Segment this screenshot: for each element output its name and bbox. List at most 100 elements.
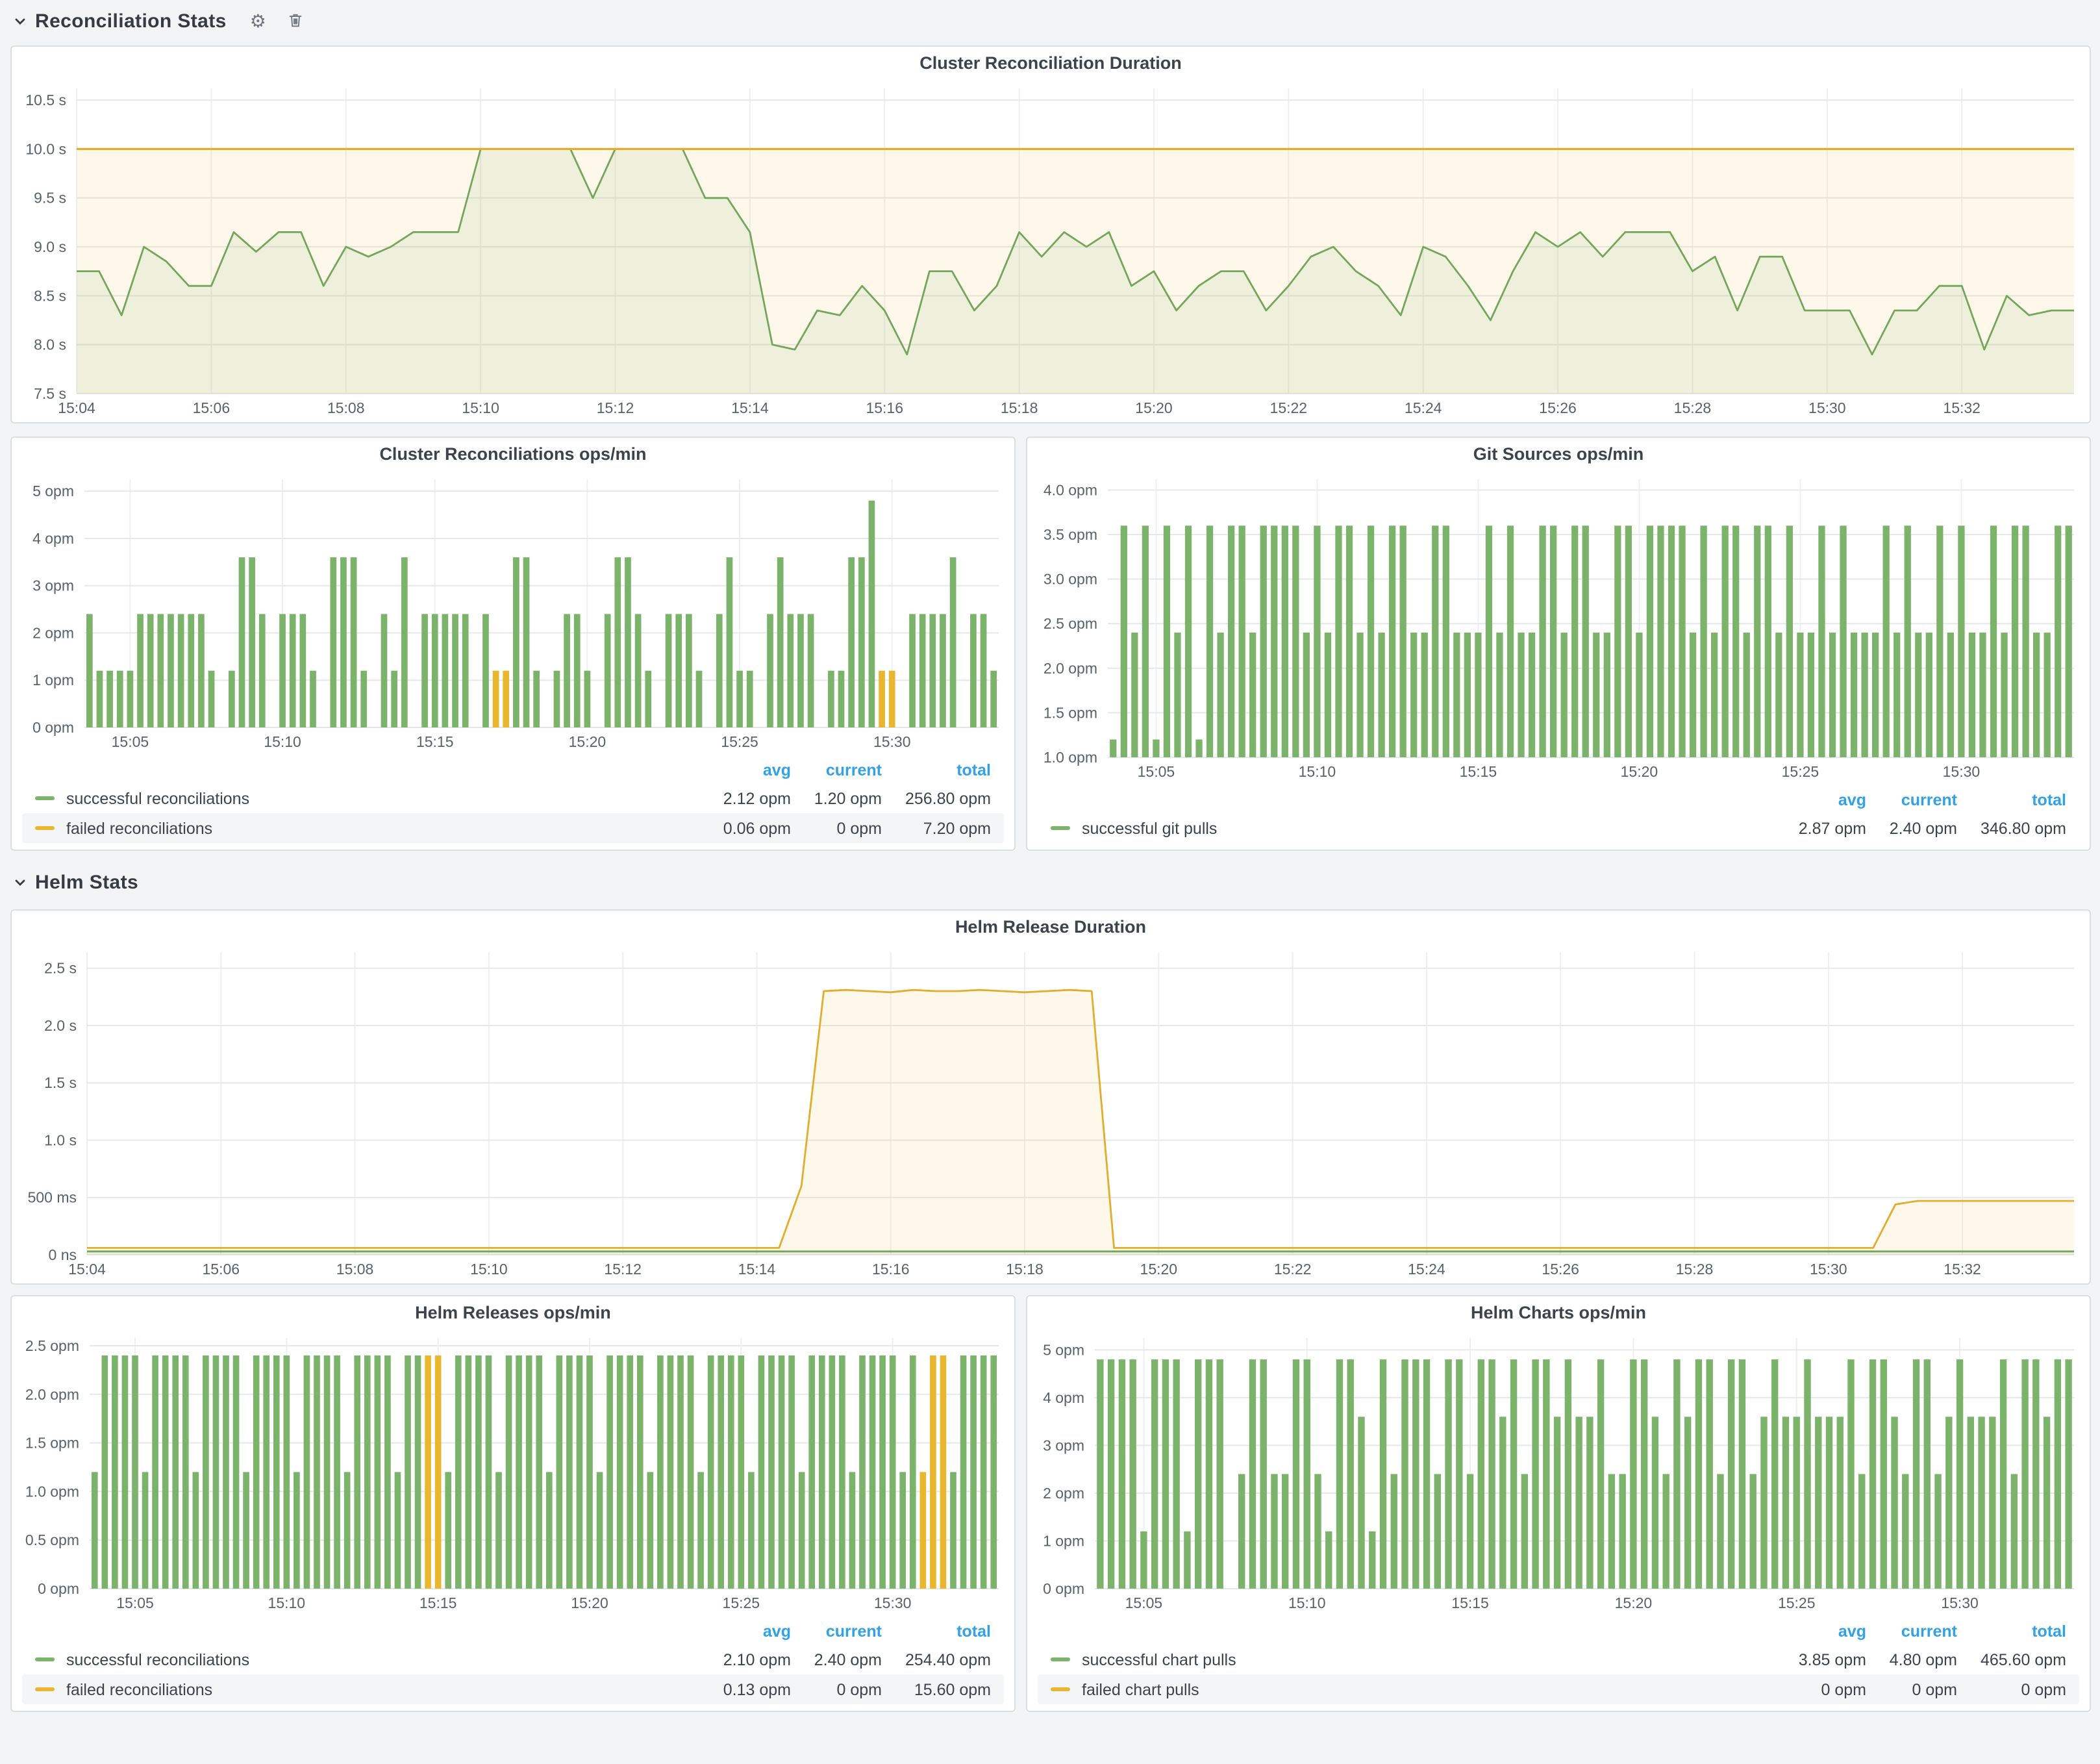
panel-title[interactable]: Cluster Reconciliation Duration [12, 47, 2090, 79]
svg-text:10.0 s: 10.0 s [25, 140, 66, 157]
svg-text:15:22: 15:22 [1270, 399, 1308, 416]
svg-text:1.5 opm: 1.5 opm [1044, 704, 1097, 721]
svg-text:15:30: 15:30 [1941, 1594, 1979, 1611]
panel-title[interactable]: Helm Charts ops/min [1027, 1296, 2090, 1329]
legend-row: successful reconciliations2.10 opm2.40 o… [22, 1644, 1004, 1674]
svg-text:3.5 opm: 3.5 opm [1044, 526, 1097, 543]
section-title[interactable]: Helm Stats [35, 871, 138, 893]
legend-stat-total: 0 opm [1957, 1680, 2066, 1698]
legend-stat-current: 0 opm [791, 819, 882, 837]
legend-row: failed reconciliations0.13 opm0 opm15.60… [22, 1674, 1004, 1704]
svg-text:15:20: 15:20 [1621, 763, 1658, 780]
svg-text:15:24: 15:24 [1405, 399, 1442, 416]
svg-text:15:28: 15:28 [1676, 1261, 1714, 1278]
svg-text:15:10: 15:10 [268, 1594, 306, 1611]
svg-text:1 opm: 1 opm [1043, 1532, 1084, 1549]
legend-col-current[interactable]: current [791, 1622, 882, 1641]
section-title[interactable]: Reconciliation Stats [35, 10, 227, 32]
legend-col-avg[interactable]: avg [1749, 1622, 1866, 1641]
legend-col-total[interactable]: total [1957, 791, 2066, 809]
series-dash-icon [35, 796, 55, 800]
svg-text:15:30: 15:30 [1808, 399, 1846, 416]
legend-series-label[interactable]: failed reconciliations [66, 819, 212, 837]
legend-series-label[interactable]: successful chart pulls [1082, 1650, 1236, 1669]
legend-stat-avg: 0 opm [1749, 1680, 1866, 1698]
svg-text:0 ns: 0 ns [49, 1246, 77, 1263]
panel-git-sources-opm: Git Sources ops/min 15:0515:1015:1515:20… [1026, 436, 2091, 851]
svg-text:15:22: 15:22 [1274, 1261, 1312, 1278]
panel-title[interactable]: Helm Releases ops/min [12, 1296, 1014, 1329]
svg-text:1.0 opm: 1.0 opm [25, 1483, 79, 1500]
legend-col-current[interactable]: current [1866, 1622, 1957, 1641]
svg-text:15:05: 15:05 [112, 733, 149, 750]
git-sources-opm-chart[interactable]: 15:0515:1015:1515:2015:2515:301.0 opm1.5… [1027, 470, 2090, 786]
svg-text:7.5 s: 7.5 s [34, 385, 66, 402]
svg-text:15:32: 15:32 [1944, 1261, 1981, 1278]
svg-text:15:12: 15:12 [597, 399, 634, 416]
helm-release-duration-chart[interactable]: 15:0415:0615:0815:1015:1215:1415:1615:18… [12, 943, 2090, 1283]
svg-text:15:15: 15:15 [1451, 1594, 1489, 1611]
chart-canvas: 15:0515:1015:1515:2015:2515:300 opm0.5 o… [12, 1329, 1014, 1617]
svg-text:0 opm: 0 opm [1043, 1580, 1084, 1597]
legend-stat-current: 4.80 opm [1866, 1650, 1957, 1669]
svg-text:15:10: 15:10 [1288, 1594, 1326, 1611]
svg-text:15:25: 15:25 [721, 733, 758, 750]
grafana-dashboard: Reconciliation Stats ⚙ Cluster Reconcili… [0, 0, 2100, 1764]
legend-series-label[interactable]: successful reconciliations [66, 789, 249, 807]
legend-stat-current: 0 opm [791, 1680, 882, 1698]
panel-title[interactable]: Helm Release Duration [12, 911, 2090, 943]
legend: avgcurrenttotal successful chart pulls 3.8… [1027, 1617, 2090, 1711]
svg-text:15:30: 15:30 [873, 733, 911, 750]
svg-text:3.0 opm: 3.0 opm [1044, 571, 1097, 588]
svg-text:3 opm: 3 opm [32, 577, 74, 594]
legend-stat-current: 2.40 opm [1866, 819, 1957, 837]
legend-stat-total: 465.60 opm [1957, 1650, 2066, 1669]
series-dash-icon [35, 1687, 55, 1691]
legend-series-label[interactable]: failed chart pulls [1082, 1680, 1199, 1698]
legend-col-avg[interactable]: avg [674, 1622, 791, 1641]
legend-series-label[interactable]: successful git pulls [1082, 819, 1217, 837]
cluster-reconciliation-duration-chart[interactable]: 15:0415:0615:0815:1015:1215:1415:1615:18… [12, 79, 2090, 422]
svg-text:15:08: 15:08 [327, 399, 365, 416]
chevron-down-icon[interactable] [13, 14, 27, 28]
svg-text:1.0 s: 1.0 s [44, 1131, 77, 1148]
legend-stat-current: 2.40 opm [791, 1650, 882, 1669]
legend-col-current[interactable]: current [791, 761, 882, 779]
section-header-reconciliation-stats[interactable]: Reconciliation Stats ⚙ [13, 4, 304, 38]
svg-text:2 opm: 2 opm [32, 624, 74, 641]
legend-col-total[interactable]: total [882, 761, 991, 779]
svg-text:9.5 s: 9.5 s [34, 190, 66, 207]
svg-text:15:30: 15:30 [1810, 1261, 1847, 1278]
series-dash-icon [1051, 1657, 1070, 1661]
helm-releases-opm-chart[interactable]: 15:0515:1015:1515:2015:2515:300 opm0.5 o… [12, 1329, 1014, 1617]
trash-icon[interactable] [287, 11, 304, 31]
legend-stat-avg: 2.12 opm [674, 789, 791, 807]
legend-col-current[interactable]: current [1866, 791, 1957, 809]
legend-stat-total: 256.80 opm [882, 789, 991, 807]
svg-text:15:10: 15:10 [470, 1261, 508, 1278]
svg-text:15:06: 15:06 [203, 1261, 240, 1278]
legend-row: failed chart pulls0 opm0 opm0 opm [1038, 1674, 2079, 1704]
svg-text:4.0 opm: 4.0 opm [1044, 481, 1097, 498]
legend-col-avg[interactable]: avg [674, 761, 791, 779]
legend-col-avg[interactable]: avg [1749, 791, 1866, 809]
svg-text:15:20: 15:20 [1615, 1594, 1653, 1611]
svg-text:1.0 opm: 1.0 opm [1044, 749, 1097, 766]
chevron-down-icon[interactable] [13, 875, 27, 889]
cluster-reconciliations-opm-chart[interactable]: 15:0515:1015:1515:2015:2515:300 opm1 opm… [12, 470, 1014, 756]
gear-icon[interactable]: ⚙ [250, 12, 266, 30]
legend-col-total[interactable]: total [882, 1622, 991, 1641]
legend-header-row: avgcurrenttotal [22, 1619, 1004, 1644]
legend-series-label[interactable]: failed reconciliations [66, 1680, 212, 1698]
panel-helm-release-duration: Helm Release Duration 15:0415:0615:0815:… [10, 909, 2091, 1285]
legend-series-label[interactable]: successful reconciliations [66, 1650, 249, 1669]
chart-canvas: 15:0415:0615:0815:1015:1215:1415:1615:18… [12, 943, 2090, 1283]
legend-stat-avg: 3.85 opm [1749, 1650, 1866, 1669]
svg-text:15:32: 15:32 [1943, 399, 1981, 416]
legend-col-total[interactable]: total [1957, 1622, 2066, 1641]
section-header-helm-stats[interactable]: Helm Stats [13, 865, 138, 899]
svg-text:15:08: 15:08 [336, 1261, 374, 1278]
panel-title[interactable]: Git Sources ops/min [1027, 438, 2090, 470]
panel-title[interactable]: Cluster Reconciliations ops/min [12, 438, 1014, 470]
helm-charts-opm-chart[interactable]: 15:0515:1015:1515:2015:2515:300 opm1 opm… [1027, 1329, 2090, 1617]
